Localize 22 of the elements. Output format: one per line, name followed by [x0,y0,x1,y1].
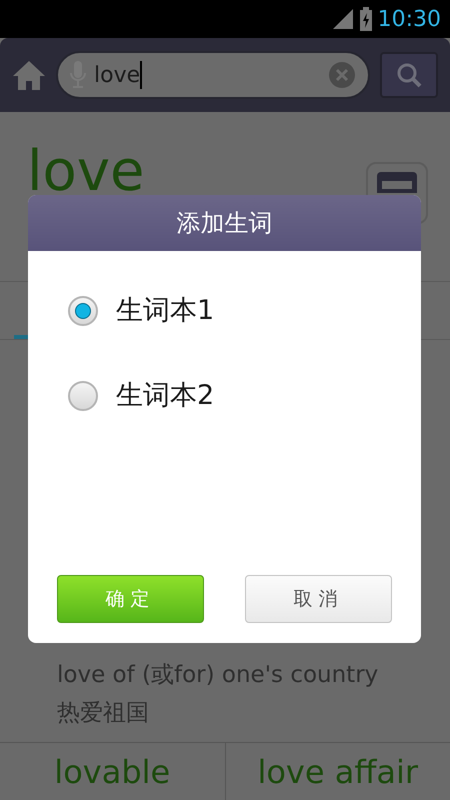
home-icon[interactable] [12,60,46,90]
radio-button[interactable] [68,296,98,326]
related-word-tab[interactable]: lovable [0,743,224,800]
search-text: love [94,62,140,90]
clock-time: 10:30 [378,6,441,34]
related-word-tab[interactable]: love affair [224,743,450,800]
search-icon [395,61,423,89]
headword: love [27,140,144,204]
search-field[interactable]: love [56,51,370,99]
battery-icon [360,7,372,31]
list-icon [376,171,418,193]
option-label[interactable]: 生词本1 [116,291,214,332]
clear-icon[interactable] [328,61,356,89]
example-text: 热爱祖国 [57,699,150,728]
example-text: love of (或for) one's country [57,661,378,690]
search-button[interactable] [380,52,438,98]
signal-icon [332,8,354,30]
cancel-button[interactable]: 取消 [245,575,392,623]
radio-button[interactable] [68,380,98,411]
option-label[interactable]: 生词本2 [116,376,214,416]
ok-button[interactable]: 确定 [57,575,204,623]
dialog-title: 添加生词 [176,208,272,239]
